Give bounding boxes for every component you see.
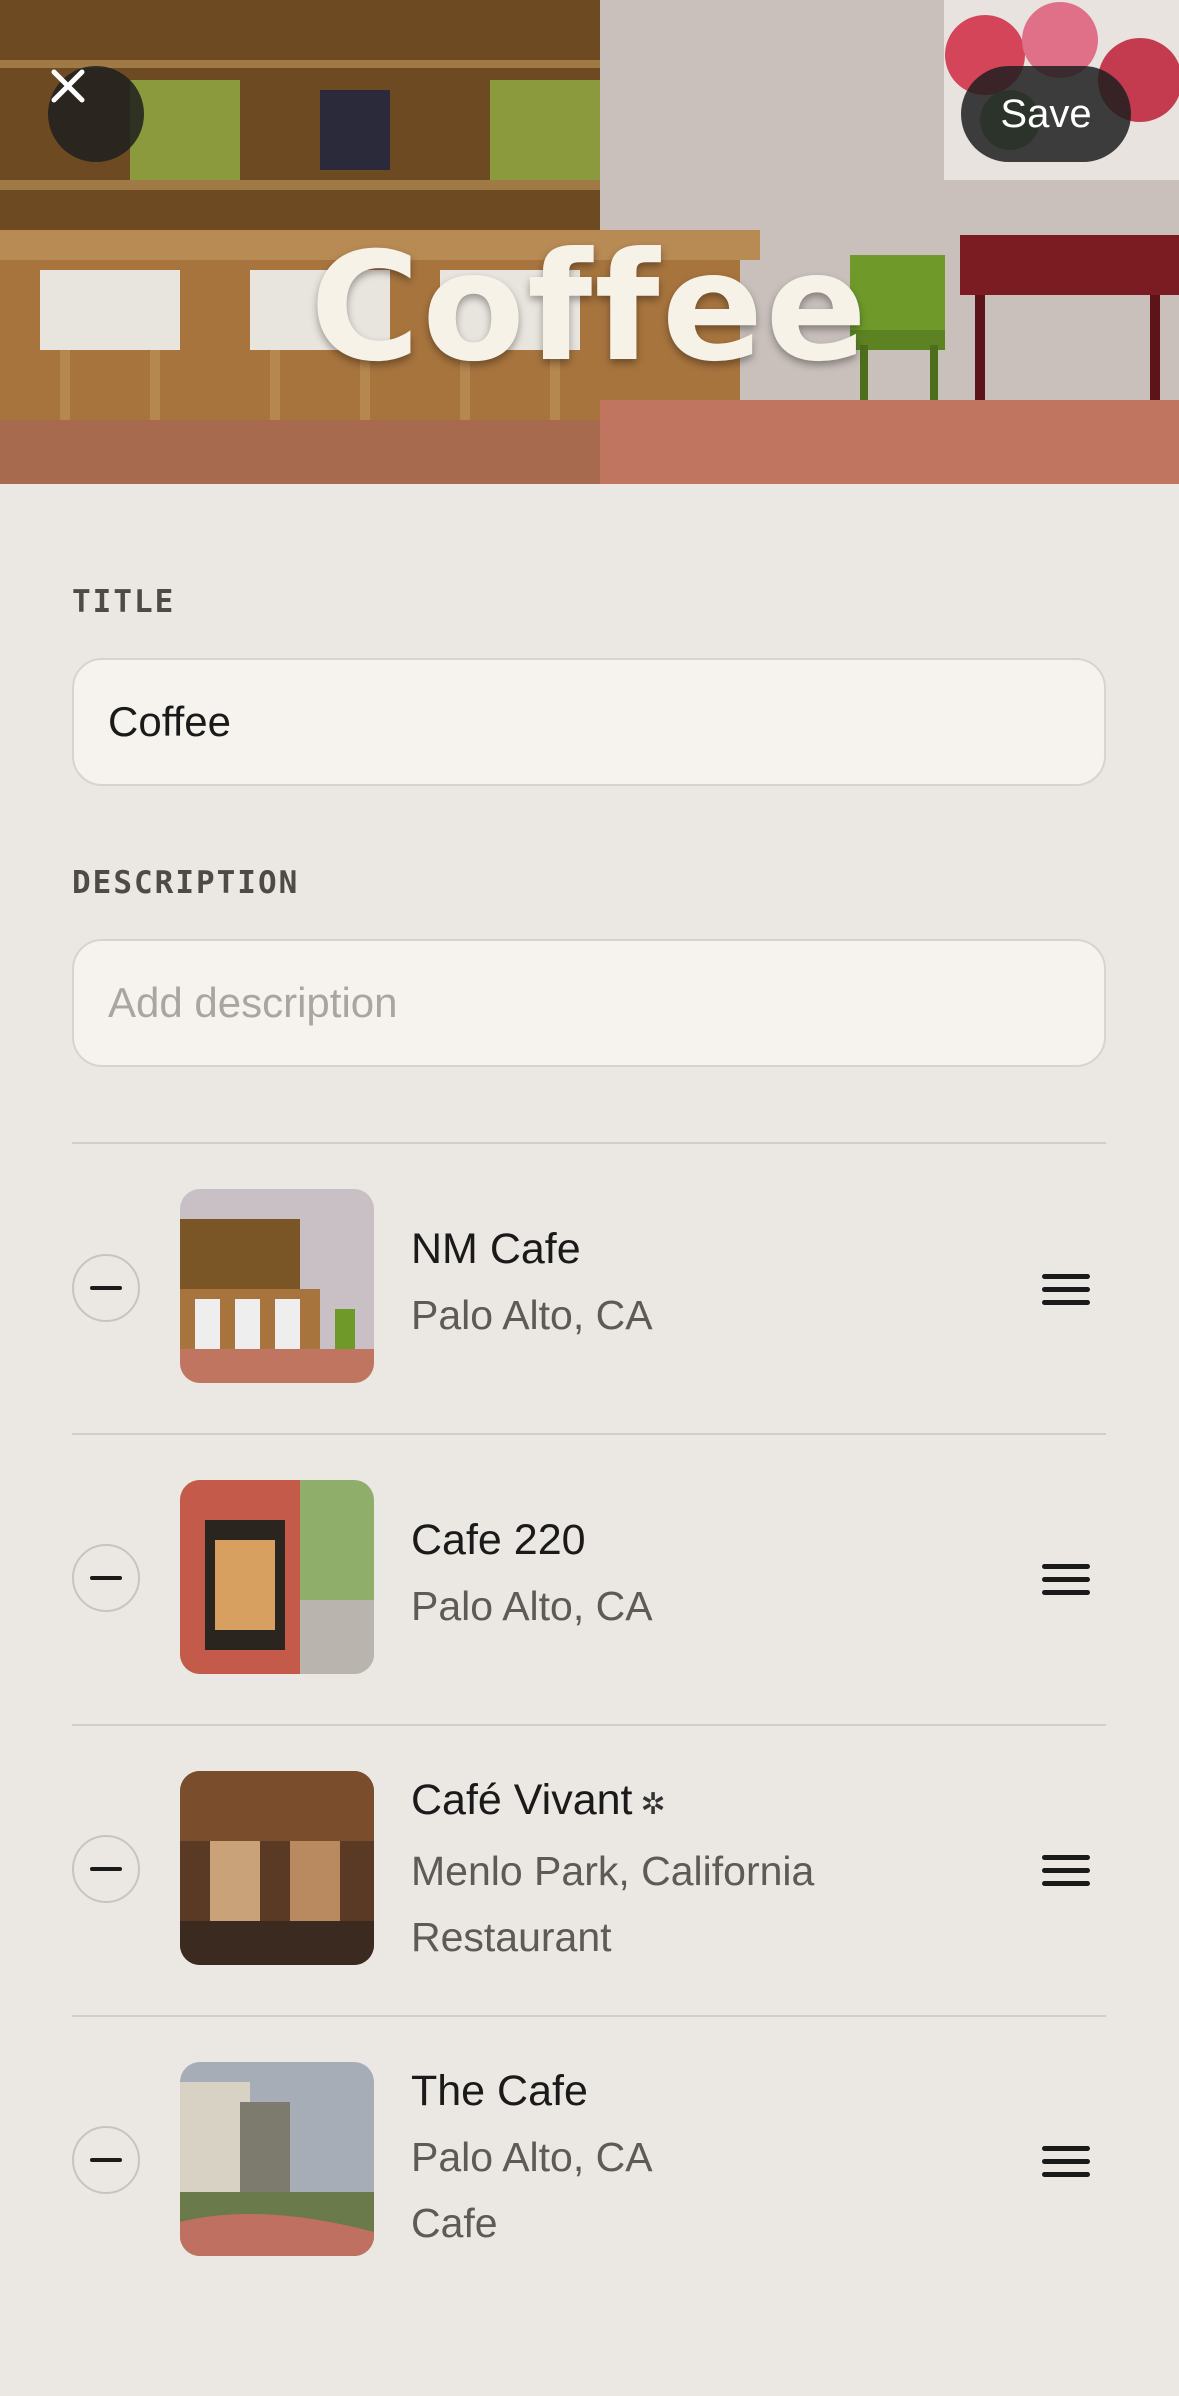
drag-handle-icon[interactable]: [1026, 2131, 1106, 2191]
place-location: Palo Alto, CA: [411, 1292, 653, 1338]
place-name: NM Cafe: [411, 1225, 581, 1273]
list-item: The Cafe Palo Alto, CA Cafe: [72, 2017, 1106, 2307]
drag-handle-icon[interactable]: [1026, 1549, 1106, 1609]
remove-button[interactable]: [72, 2126, 140, 2194]
place-thumbnail: [180, 2062, 374, 2256]
header-cover-image: Save Coffee: [0, 0, 1179, 484]
save-button[interactable]: Save: [961, 66, 1131, 162]
minus-icon: [90, 1286, 122, 1290]
title-input[interactable]: [72, 658, 1106, 786]
close-button[interactable]: [48, 66, 144, 162]
place-name: The Cafe: [411, 2067, 588, 2115]
minus-icon: [90, 1867, 122, 1871]
list-item: Café Vivant ✲ Menlo Park, California Rest…: [72, 1726, 1106, 2016]
place-category: Cafe: [411, 2200, 498, 2246]
list-item: NM Cafe Palo Alto, CA: [72, 1144, 1106, 1434]
place-name: Cafe 220: [411, 1516, 586, 1564]
remove-button[interactable]: [72, 1835, 140, 1903]
cover-title: Coffee: [309, 221, 870, 395]
drag-handle-icon[interactable]: [1026, 1259, 1106, 1319]
list-item: Cafe 220 Palo Alto, CA: [72, 1435, 1106, 1725]
place-thumbnail: [180, 1771, 374, 1965]
remove-button[interactable]: [72, 1254, 140, 1322]
place-thumbnail: [180, 1189, 374, 1383]
sparkle-icon: ✲: [640, 1788, 666, 1821]
place-location: Palo Alto, CA: [411, 2134, 653, 2180]
place-category: Restaurant: [411, 1914, 612, 1960]
place-location: Palo Alto, CA: [411, 1583, 653, 1629]
remove-button[interactable]: [72, 1544, 140, 1612]
place-thumbnail: [180, 1480, 374, 1674]
place-name: Café Vivant: [411, 1776, 633, 1824]
title-label: TITLE: [72, 584, 176, 620]
minus-icon: [90, 2158, 122, 2162]
minus-icon: [90, 1576, 122, 1580]
description-input[interactable]: [72, 939, 1106, 1067]
place-name-row: Café Vivant ✲: [411, 1767, 814, 1838]
close-icon: [51, 69, 85, 103]
place-location: Menlo Park, California: [411, 1848, 815, 1894]
description-label: DESCRIPTION: [72, 865, 300, 901]
drag-handle-icon[interactable]: [1026, 1840, 1106, 1900]
